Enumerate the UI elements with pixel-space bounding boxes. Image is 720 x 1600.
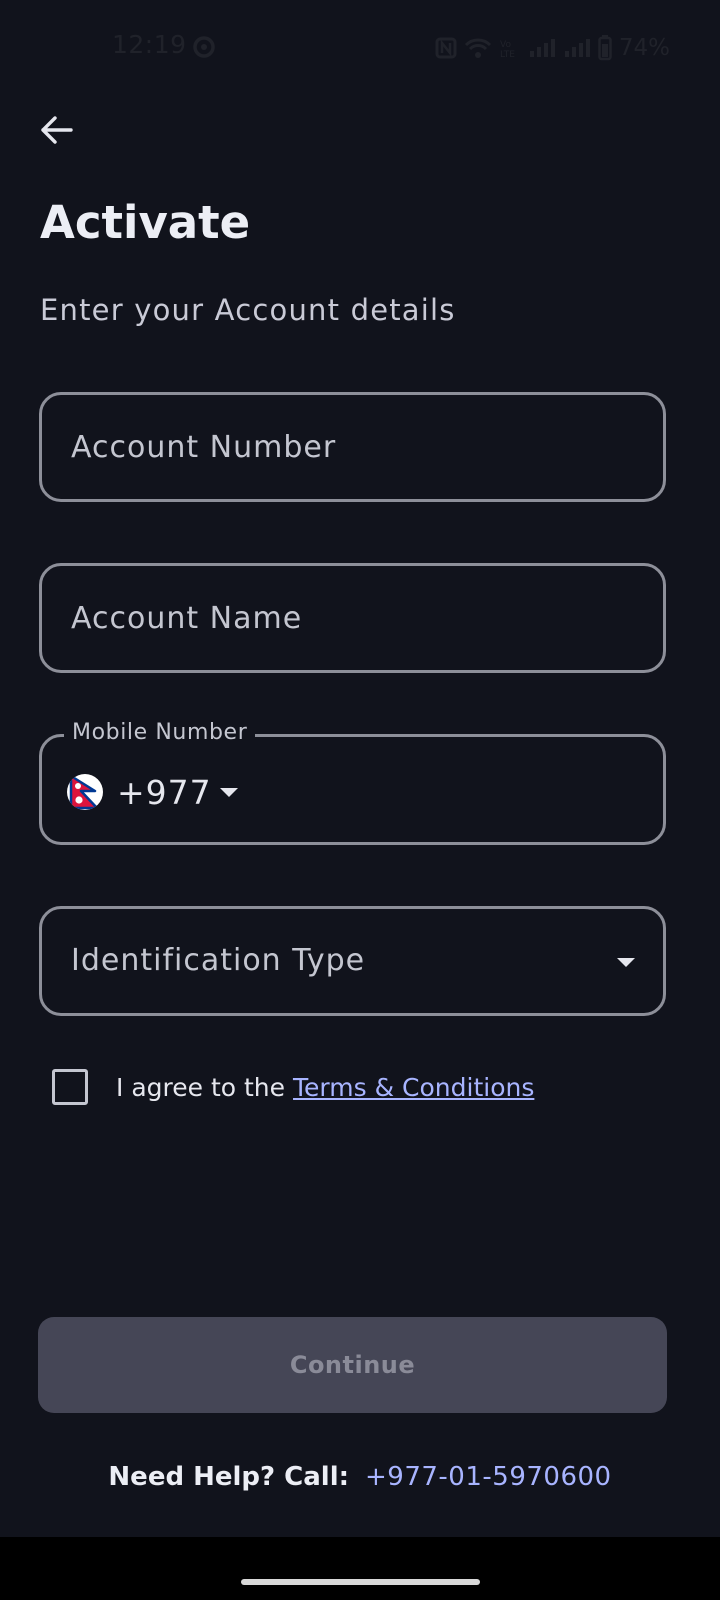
status-time: 12:19 — [112, 30, 187, 59]
status-bar: 12:19 Vo LTE 74% — [0, 0, 720, 96]
volte-icon: Vo LTE — [499, 37, 521, 59]
signal-icon — [563, 37, 591, 59]
battery-icon — [598, 35, 612, 61]
mobile-number-field[interactable]: Mobile Number +977 — [39, 720, 666, 845]
agree-text: I agree to the — [116, 1072, 286, 1102]
account-name-field[interactable] — [39, 563, 666, 673]
mobile-number-label: Mobile Number — [64, 720, 256, 745]
terms-conditions-link[interactable]: Terms & Conditions — [293, 1073, 534, 1102]
identification-type-placeholder: Identification Type — [71, 943, 366, 978]
back-button[interactable] — [32, 108, 80, 156]
status-icons: Vo LTE 74% — [435, 30, 670, 66]
identification-type-select[interactable]: Identification Type — [39, 906, 666, 1016]
wifi-icon — [464, 37, 492, 59]
svg-text:LTE: LTE — [500, 50, 515, 59]
country-code: +977 — [117, 772, 212, 812]
continue-button[interactable]: Continue — [38, 1317, 667, 1413]
terms-checkbox[interactable] — [52, 1069, 88, 1105]
battery-percent: 74% — [618, 35, 670, 61]
help-label: Need Help? Call: — [108, 1462, 350, 1492]
caret-down-icon — [219, 787, 238, 797]
help-phone-link[interactable]: +977-01-5970600 — [365, 1462, 612, 1492]
terms-agreement-row: I agree to the Terms & Conditions — [52, 1068, 534, 1106]
nepal-flag-icon — [67, 774, 103, 810]
nfc-icon — [435, 37, 457, 59]
page-title: Activate — [40, 196, 251, 249]
signal-icon — [528, 37, 556, 59]
chevron-down-icon — [617, 958, 635, 967]
app-notification-icon — [193, 36, 215, 58]
page-subtitle: Enter your Account details — [40, 293, 456, 327]
mobile-number-input[interactable] — [252, 737, 662, 842]
arrow-left-icon — [39, 115, 73, 149]
navigation-bar — [0, 1537, 720, 1600]
account-name-input[interactable] — [42, 566, 663, 670]
account-number-field[interactable] — [39, 392, 666, 502]
home-indicator[interactable] — [241, 1579, 480, 1585]
country-code-picker[interactable]: +977 — [67, 770, 238, 814]
account-number-input[interactable] — [42, 395, 663, 499]
svg-text:Vo: Vo — [500, 40, 511, 50]
help-row: Need Help? Call: +977-01-5970600 — [0, 1462, 720, 1492]
